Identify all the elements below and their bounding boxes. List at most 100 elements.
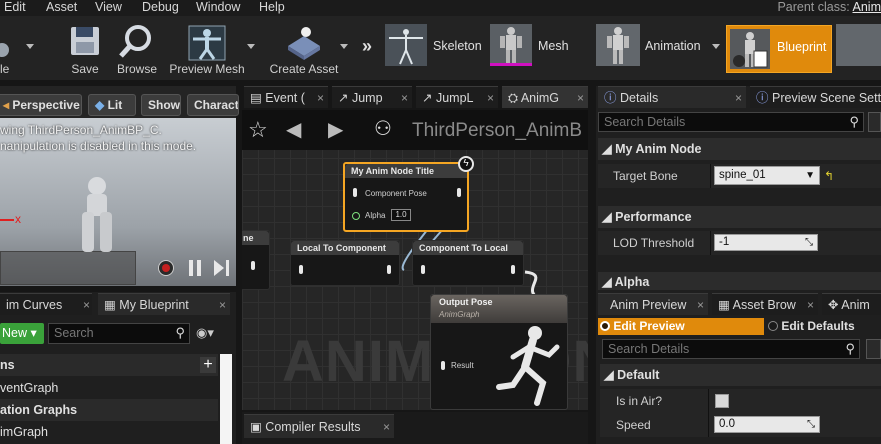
target-bone-select[interactable]: spine_01 ▼ <box>714 166 820 185</box>
mode-extra[interactable] <box>836 24 881 72</box>
close-icon[interactable]: × <box>807 294 814 315</box>
tab-asset-browser[interactable]: ▦ Asset Brow × <box>712 293 818 315</box>
tab-jump-loop[interactable]: ↗ JumpL × <box>416 86 498 108</box>
cut-toolbar-button[interactable]: le <box>0 16 20 80</box>
viewport-message: wing ThirdPerson_AnimBP_C. nanipulation … <box>0 122 196 154</box>
mode-skeleton[interactable]: Skeleton <box>385 24 485 72</box>
close-icon[interactable]: × <box>383 415 390 438</box>
tab-my-blueprint[interactable]: ▦ My Blueprint × <box>98 293 230 315</box>
viewport-timeline[interactable] <box>0 251 136 285</box>
section-performance[interactable]: ◢ Performance <box>598 206 881 228</box>
step-end-icon <box>226 260 229 276</box>
add-icon[interactable]: + <box>200 357 216 373</box>
close-icon[interactable]: × <box>487 87 494 108</box>
row-target-bone: Target Bone spine_01 ▼ ↰ <box>598 164 881 188</box>
skeleton-thumb-icon <box>385 24 427 66</box>
menu-window[interactable]: Window <box>196 0 240 14</box>
mode-mesh[interactable]: Mesh <box>490 24 590 72</box>
chevron-down-icon[interactable] <box>340 44 348 49</box>
anim-preview-view-options-button[interactable] <box>866 339 881 359</box>
pose-pin-icon <box>441 361 445 370</box>
add-new-button[interactable]: New ▾ <box>0 323 44 344</box>
list-item-anim-graph[interactable]: imGraph <box>0 421 218 443</box>
list-item-event-graph[interactable]: ventGraph <box>0 377 218 399</box>
collapse-icon: ◢ <box>602 275 612 289</box>
section-my-anim-node[interactable]: ◢ My Anim Node <box>598 138 881 160</box>
tab-anim-preview[interactable]: Anim Preview × <box>598 293 708 315</box>
tab-compiler-results[interactable]: ▣ Compiler Results × <box>244 414 394 438</box>
chevron-down-icon[interactable] <box>712 44 720 49</box>
pause-icon[interactable] <box>189 260 193 276</box>
chevron-down-icon[interactable] <box>26 44 34 49</box>
menu-debug[interactable]: Debug <box>142 0 179 14</box>
edit-defaults-radio[interactable]: Edit Defaults <box>768 318 881 335</box>
mode-animation[interactable]: Animation <box>596 24 716 72</box>
is-in-air-checkbox[interactable] <box>715 394 729 408</box>
close-icon[interactable]: × <box>735 87 742 108</box>
blueprint-scrollbar[interactable] <box>220 354 232 444</box>
preview-mesh-button[interactable]: Preview Mesh <box>166 16 248 80</box>
alpha-pin-icon[interactable] <box>352 212 360 220</box>
create-asset-button[interactable]: Create Asset <box>266 16 342 80</box>
speed-input[interactable]: 0.0 ⤡ <box>714 416 820 433</box>
close-icon[interactable]: × <box>317 87 324 108</box>
details-search-input[interactable]: Search Details ⚲ <box>598 112 864 132</box>
search-icon: ⚲ <box>849 114 859 129</box>
section-functions[interactable]: ns + <box>0 354 218 376</box>
mode-blueprint[interactable]: Blueprint <box>726 25 832 73</box>
close-icon[interactable]: × <box>697 294 704 315</box>
section-animation-graphs[interactable]: ation Graphs <box>0 399 218 421</box>
menu-help[interactable]: Help <box>259 0 285 14</box>
save-button[interactable]: Save <box>64 16 106 80</box>
show-button[interactable]: Show <box>141 94 181 116</box>
close-icon[interactable]: × <box>83 294 90 315</box>
menu-edit[interactable]: Edit <box>4 0 26 14</box>
tab-anim-graph[interactable]: ⛭ AnimG × <box>502 86 588 108</box>
menu-bar: Edit Asset View Debug Window Help Parent… <box>0 0 881 16</box>
close-icon[interactable]: × <box>219 294 226 315</box>
tab-details[interactable]: ⓘ Details × <box>598 86 746 108</box>
tab-event-graph[interactable]: ▤ Event (× <box>244 86 328 108</box>
play-icon[interactable] <box>214 260 224 276</box>
asset-browser-icon: ▦ <box>718 298 730 312</box>
chevron-down-icon[interactable] <box>247 44 255 49</box>
menu-view[interactable]: View <box>95 0 122 14</box>
details-view-options-button[interactable] <box>868 112 881 132</box>
mannequin-figure <box>82 177 112 252</box>
mesh-thumb-icon <box>490 24 532 66</box>
local-to-component-node[interactable]: Local To Component <box>290 240 400 286</box>
tab-anim-curves[interactable]: im Curves × <box>0 293 92 315</box>
tab-jump[interactable]: ↗ Jump × <box>332 86 412 108</box>
visibility-eye-icon[interactable]: ◉▾ <box>196 325 214 341</box>
search-icon: ⚲ <box>845 341 855 356</box>
section-default[interactable]: ◢ Default <box>600 364 881 386</box>
blueprint-search-input[interactable]: Search ⚲ <box>48 323 190 344</box>
anim-tab-icon: ✥ <box>828 298 839 312</box>
double-chevron-icon: » <box>362 36 373 56</box>
parent-class-label: Parent class: <box>777 0 850 14</box>
parent-class-link[interactable]: Anim <box>853 0 881 14</box>
close-icon[interactable]: × <box>577 87 584 108</box>
pause-icon-b <box>197 260 201 276</box>
record-button[interactable] <box>158 260 174 276</box>
anim-preview-search-input[interactable]: Search Details ⚲ <box>602 339 860 359</box>
cut-node[interactable]: ne <box>242 230 270 290</box>
tab-anim-extra[interactable]: ✥ Anim <box>822 293 881 315</box>
component-to-local-node[interactable]: Component To Local <box>412 240 524 286</box>
menu-asset[interactable]: Asset <box>46 0 77 14</box>
lit-button[interactable]: ◆ Lit <box>88 94 136 116</box>
alpha-value-input[interactable]: 1.0 <box>391 209 411 221</box>
perspective-button[interactable]: ◂ Perspective <box>0 94 82 116</box>
reset-arrow-icon[interactable]: ↰ <box>824 164 834 188</box>
tab-preview-scene-settings[interactable]: ⓘ Preview Scene Sett <box>750 86 881 108</box>
my-anim-node[interactable]: My Anim Node Title Component Pose Alpha … <box>343 162 469 232</box>
edit-preview-radio[interactable]: Edit Preview <box>598 318 764 335</box>
anim-graph-canvas[interactable]: ☆ ◀ ▶ ⚇ ThirdPerson_AnimB ANIMATION ne L… <box>242 110 588 410</box>
lod-threshold-input[interactable]: -1 ⤡ <box>714 234 818 251</box>
browse-button[interactable]: Browse <box>112 16 162 80</box>
section-alpha[interactable]: ◢ Alpha <box>598 272 881 290</box>
close-icon[interactable]: × <box>401 87 408 108</box>
pose-pin-icon <box>299 265 303 274</box>
character-button[interactable]: Charact <box>187 94 239 116</box>
output-pose-node[interactable]: Output Pose AnimGraph Result <box>430 294 568 410</box>
